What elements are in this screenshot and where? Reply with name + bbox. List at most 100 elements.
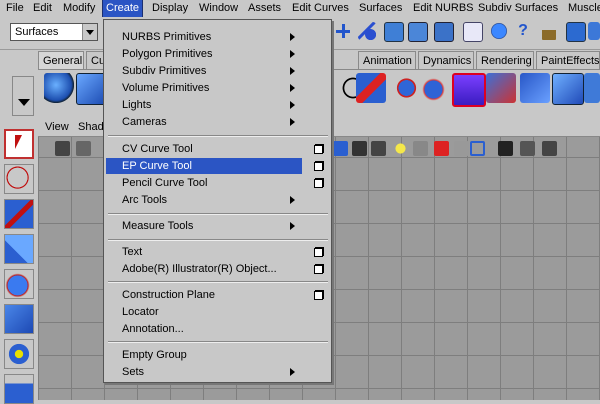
menu-item-pencil-curve-tool[interactable]: Pencil Curve Tool [106,175,302,191]
history-icon[interactable] [463,22,483,42]
nurbs-sphere-icon[interactable] [44,73,74,103]
menu-create[interactable]: Create [101,0,144,18]
chevron-down-icon[interactable] [82,24,97,40]
move-tool[interactable] [4,234,34,264]
resolution-gate-icon[interactable] [520,141,535,156]
select-tool[interactable] [4,129,34,159]
snap-grid-icon[interactable] [335,22,351,40]
paint-select-tool[interactable] [4,199,34,229]
rotate-tool[interactable] [4,269,34,299]
lock-icon[interactable] [542,22,556,40]
submenu-arrow-icon [290,118,295,126]
loft-icon[interactable] [356,73,386,103]
option-box-icon[interactable] [314,179,323,188]
snap-surface-icon[interactable] [434,22,454,42]
menu-modify[interactable]: Modify [60,0,98,17]
snap-point-icon[interactable] [384,22,404,42]
film-gate-icon[interactable] [542,141,557,156]
submenu-arrow-icon [290,67,295,75]
camera-attributes-icon[interactable] [76,141,91,156]
main-menubar: File Edit Modify Create Display Window A… [0,0,600,18]
menu-item-arc-tools[interactable]: Arc Tools [106,192,302,208]
option-box-icon[interactable] [314,265,323,274]
menu-separator [108,341,328,343]
menu-item-text[interactable]: Text [106,244,302,260]
isolate-icon[interactable] [434,141,449,156]
more-shelf-icon[interactable] [584,73,600,103]
manipulator-tool[interactable] [4,339,34,369]
panel-icon[interactable] [588,22,600,40]
tab-dynamics[interactable]: Dynamics [418,51,474,69]
menu-item-lights[interactable]: Lights [106,97,302,113]
tab-general[interactable]: General [38,51,84,69]
menu-item-nurbs-primitives[interactable]: NURBS Primitives [106,29,302,45]
option-box-icon[interactable] [314,291,323,300]
tab-animation[interactable]: Animation [358,51,416,69]
menu-item-illustrator-object[interactable]: Adobe(R) Illustrator(R) Object... [106,261,306,277]
menu-item-empty-group[interactable]: Empty Group [106,347,302,363]
option-box-icon[interactable] [314,162,323,171]
grid-toggle-icon[interactable] [498,141,513,156]
menu-item-cv-curve-tool[interactable]: CV Curve Tool [106,141,302,157]
menu-subdiv-surfaces[interactable]: Subdiv Surfaces [475,0,561,17]
help-icon[interactable]: ? [514,22,532,40]
submenu-arrow-icon [290,368,295,376]
submenu-arrow-icon [290,101,295,109]
arrow-cursor-icon [15,135,22,149]
planar-icon[interactable] [452,73,486,107]
mode-selector[interactable]: Surfaces [10,23,98,41]
option-box-icon[interactable] [314,145,323,154]
xray-icon[interactable] [454,141,469,156]
menu-edit[interactable]: Edit [30,0,55,17]
viewport-menu-view[interactable]: View [45,121,69,133]
menu-display[interactable]: Display [149,0,191,17]
menu-item-measure-tools[interactable]: Measure Tools [106,218,302,234]
menu-item-subdiv-primitives[interactable]: Subdiv Primitives [106,63,302,79]
tab-rendering[interactable]: Rendering [476,51,534,69]
snap-view-icon[interactable] [408,22,428,42]
snap-curve-icon[interactable] [358,22,376,40]
frame-selection-icon[interactable] [470,141,485,156]
menu-item-cameras[interactable]: Cameras [106,114,302,130]
option-box-icon[interactable] [314,248,323,257]
boundary-icon[interactable] [520,73,550,103]
viewport-menu-shading[interactable]: Shad [78,121,104,133]
square-surface-icon[interactable] [552,73,584,105]
toolbox [0,127,39,404]
menu-file[interactable]: File [3,0,27,17]
scale-tool[interactable] [4,304,34,334]
submenu-arrow-icon [290,33,295,41]
menu-item-construction-plane[interactable]: Construction Plane [106,287,302,303]
menu-item-polygon-primitives[interactable]: Polygon Primitives [106,46,302,62]
menu-separator [108,135,328,137]
wireframe-icon[interactable] [333,141,348,156]
lasso-tool[interactable] [4,164,34,194]
menu-edit-nurbs[interactable]: Edit NURBS [410,0,477,17]
lighting-icon[interactable] [393,141,408,156]
menu-muscle[interactable]: Muscle [565,0,600,17]
camera-icon[interactable] [55,141,70,156]
menu-item-annotation[interactable]: Annotation... [106,321,302,337]
menu-item-sets[interactable]: Sets [106,364,302,380]
menu-assets[interactable]: Assets [245,0,284,17]
revolve-icon[interactable] [390,73,420,103]
textured-icon[interactable] [371,141,386,156]
shelf-menu-toggle[interactable] [12,76,34,116]
menu-item-ep-curve-tool[interactable]: EP Curve Tool [106,158,302,174]
tab-painteffects[interactable]: PaintEffects [536,51,600,69]
menu-window[interactable]: Window [196,0,241,17]
bevel-icon[interactable] [486,73,516,103]
menu-edit-curves[interactable]: Edit Curves [289,0,352,17]
extrude-icon[interactable] [420,73,450,103]
submenu-arrow-icon [290,50,295,58]
menu-surfaces[interactable]: Surfaces [356,0,405,17]
menu-separator [108,239,328,241]
render-sphere-icon[interactable] [490,22,508,40]
menu-item-volume-primitives[interactable]: Volume Primitives [106,80,302,96]
smooth-shade-icon[interactable] [352,141,367,156]
shadows-icon[interactable] [413,141,428,156]
menu-separator [108,213,328,215]
menu-item-locator[interactable]: Locator [106,304,302,320]
camera-icon[interactable] [566,22,586,42]
submenu-arrow-icon [290,84,295,92]
